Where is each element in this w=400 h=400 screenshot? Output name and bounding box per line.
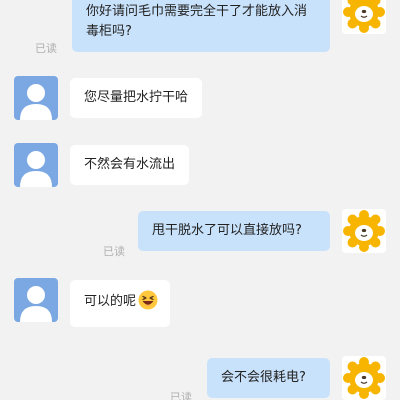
chat-screen: { "messages": [ {"side": "out", "text": … [0,0,400,400]
sun-lion-mascot-icon [342,356,386,400]
person-silhouette-icon [14,278,58,322]
user-avatar[interactable] [342,356,386,400]
user-avatar[interactable] [342,209,386,253]
read-status: 已读 [103,245,125,258]
agent-avatar[interactable] [14,76,58,120]
user-avatar[interactable] [342,0,386,34]
message-bubble-outgoing[interactable]: 会不会很耗电? [207,358,330,398]
message-bubble-incoming[interactable]: 您尽量把水拧干哈 [70,78,203,118]
person-silhouette-icon [14,143,58,187]
grinning-squint-face-icon [138,290,158,317]
sun-lion-mascot-icon [342,209,386,253]
message-bubble-outgoing[interactable]: 甩干脱水了可以直接放吗? [138,211,330,251]
message-bubble-outgoing[interactable]: 你好请问毛巾需要完全干了才能放入消毒柜吗? [72,0,330,52]
agent-avatar[interactable] [14,278,58,322]
sun-lion-mascot-icon [342,0,386,34]
agent-avatar[interactable] [14,143,58,187]
read-status: 已读 [35,42,57,55]
message-bubble-incoming[interactable]: 不然会有水流出 [70,145,190,185]
message-text: 可以的呢 [84,294,137,309]
message-bubble-incoming[interactable]: 可以的呢 [70,280,171,327]
read-status: 已读 [170,391,192,400]
person-silhouette-icon [14,76,58,120]
